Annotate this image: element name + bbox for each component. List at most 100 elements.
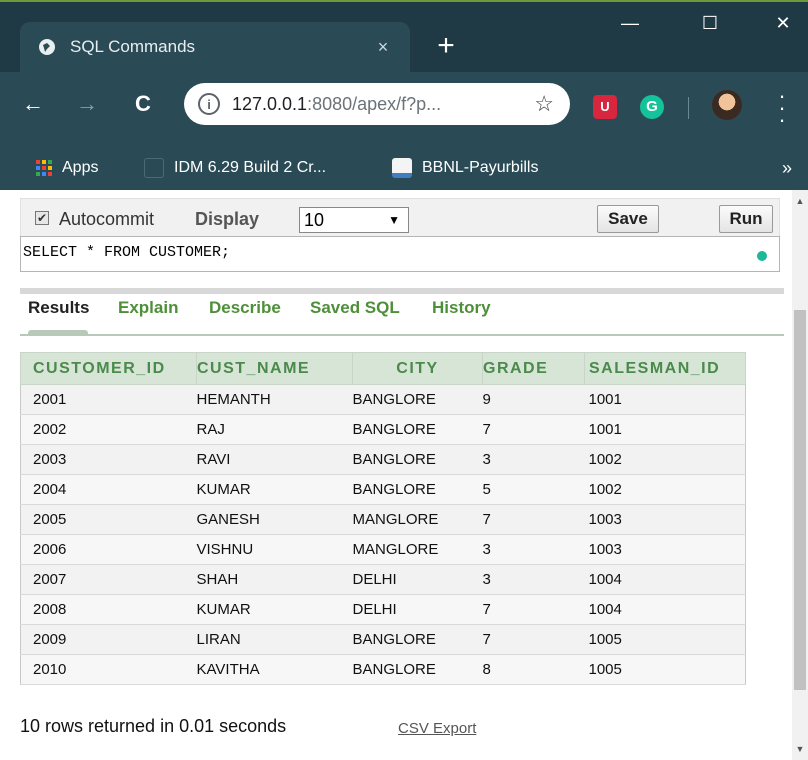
table-cell: 2003 — [20, 444, 197, 475]
table-row: 2001 HEMANTH BANGLORE 9 1001 — [20, 384, 746, 415]
close-window-button[interactable]: ✕ — [758, 6, 808, 40]
page-icon — [144, 158, 164, 178]
table-cell: 1001 — [584, 384, 746, 415]
table-cell: KUMAR — [196, 594, 353, 625]
column-header: CITY — [352, 352, 483, 385]
table-cell: GANESH — [196, 504, 353, 535]
table-cell: 7 — [482, 624, 585, 655]
table-cell: 3 — [482, 534, 585, 565]
section-divider — [20, 288, 784, 294]
table-row: 2004 KUMAR BANGLORE 5 1002 — [20, 474, 746, 505]
table-cell: 2009 — [20, 624, 197, 655]
table-cell: BANGLORE — [352, 384, 483, 415]
table-cell: MANGLORE — [352, 534, 483, 565]
extension-icon[interactable]: U — [593, 95, 617, 119]
grammarly-icon[interactable]: G — [640, 95, 664, 119]
table-cell: BANGLORE — [352, 444, 483, 475]
forward-button[interactable]: → — [70, 87, 104, 121]
table-cell: 1002 — [584, 474, 746, 505]
table-cell: 9 — [482, 384, 585, 415]
table-cell: 1005 — [584, 654, 746, 685]
menu-kebab-icon[interactable]: · · · — [772, 85, 792, 131]
grammarly-status-icon[interactable] — [757, 251, 767, 261]
page-scrollbar[interactable]: ▲ ▼ — [792, 190, 808, 760]
browser-tab[interactable]: SQL Commands × — [20, 22, 410, 72]
table-row: 2005 GANESH MANGLORE 7 1003 — [20, 504, 746, 535]
sql-editor[interactable]: SELECT * FROM CUSTOMER; — [20, 236, 780, 272]
table-cell: HEMANTH — [196, 384, 353, 415]
table-cell: 2004 — [20, 474, 197, 505]
browser-chrome: SQL Commands × + — ☐ ✕ ← → C i 127.0.0.1… — [0, 0, 808, 190]
save-button[interactable]: Save — [597, 205, 659, 233]
table-row: 2006 VISHNU MANGLORE 3 1003 — [20, 534, 746, 565]
table-row: 2008 KUMAR DELHI 7 1004 — [20, 594, 746, 625]
tab-describe[interactable]: Describe — [209, 298, 281, 318]
table-cell: KUMAR — [196, 474, 353, 505]
bookmark-bbnl[interactable]: BBNL-Payurbills — [392, 146, 538, 190]
apex-sql-commands-page: ✔ Autocommit Display 10 ▼ Save Run SELEC… — [0, 190, 792, 760]
autocommit-label: Autocommit — [59, 209, 155, 229]
table-cell: BANGLORE — [352, 654, 483, 685]
tab-results[interactable]: Results — [28, 298, 89, 318]
results-table: CUSTOMER_ID CUST_NAME CITY GRADE SALESMA… — [20, 352, 746, 685]
scroll-down-arrow-icon[interactable]: ▼ — [792, 744, 808, 754]
table-row: 2002 RAJ BANGLORE 7 1001 — [20, 414, 746, 445]
tab-history[interactable]: History — [432, 298, 491, 318]
table-cell: 8 — [482, 654, 585, 685]
back-button[interactable]: ← — [16, 87, 50, 121]
table-cell: MANGLORE — [352, 504, 483, 535]
active-tab-indicator — [28, 330, 88, 335]
bookmark-apps[interactable]: Apps — [36, 146, 98, 190]
table-cell: 3 — [482, 564, 585, 595]
autocommit-checkbox[interactable]: ✔ — [35, 211, 49, 225]
close-tab-icon[interactable]: × — [368, 37, 398, 58]
new-tab-button[interactable]: + — [428, 28, 464, 64]
minimize-button[interactable]: — — [605, 6, 655, 40]
bookmark-idm[interactable]: IDM 6.29 Build 2 Cr... — [144, 146, 326, 190]
display-label: Display — [195, 209, 260, 229]
reload-button[interactable]: C — [126, 87, 160, 121]
table-cell: RAJ — [196, 414, 353, 445]
tab-saved-sql[interactable]: Saved SQL — [310, 298, 400, 318]
browser-toolbar: ← → C i 127.0.0.1:8080/apex/f?p... ☆ U G… — [0, 72, 808, 146]
table-row: 2009 LIRAN BANGLORE 7 1005 — [20, 624, 746, 655]
scroll-up-arrow-icon[interactable]: ▲ — [792, 196, 808, 206]
toolbar-separator — [688, 97, 689, 119]
bookmarks-bar: Apps IDM 6.29 Build 2 Cr... BBNL-Payurbi… — [0, 146, 808, 190]
info-icon[interactable]: i — [198, 93, 220, 115]
bookmark-label: BBNL-Payurbills — [422, 159, 539, 176]
table-cell: DELHI — [352, 594, 483, 625]
table-cell: 1005 — [584, 624, 746, 655]
tab-title: SQL Commands — [70, 37, 196, 56]
more-bookmarks-icon[interactable]: » — [782, 158, 792, 179]
table-cell: SHAH — [196, 564, 353, 595]
table-row: 2003 RAVI BANGLORE 3 1002 — [20, 444, 746, 475]
table-cell: 2010 — [20, 654, 197, 685]
sql-query-text: SELECT * FROM CUSTOMER; — [23, 244, 231, 261]
table-cell: BANGLORE — [352, 474, 483, 505]
address-bar[interactable]: i 127.0.0.1:8080/apex/f?p... ☆ — [184, 83, 570, 125]
table-cell: 1003 — [584, 534, 746, 565]
dropdown-arrow-icon: ▼ — [388, 213, 400, 227]
table-cell: KAVITHA — [196, 654, 353, 685]
table-row: 2010 KAVITHA BANGLORE 8 1005 — [20, 654, 746, 685]
table-cell: 7 — [482, 594, 585, 625]
csv-export-link[interactable]: CSV Export — [398, 720, 476, 737]
display-rows-select[interactable]: 10 ▼ — [299, 207, 409, 233]
bookmark-label: Apps — [62, 159, 99, 176]
table-cell: 3 — [482, 444, 585, 475]
globe-icon — [36, 36, 58, 58]
table-cell: 7 — [482, 414, 585, 445]
tab-explain[interactable]: Explain — [118, 298, 178, 318]
table-cell: VISHNU — [196, 534, 353, 565]
profile-avatar[interactable] — [712, 90, 742, 120]
column-header: SALESMAN_ID — [584, 352, 746, 385]
display-rows-value: 10 — [304, 210, 325, 230]
table-cell: 2002 — [20, 414, 197, 445]
scrollbar-thumb[interactable] — [794, 310, 806, 690]
column-header: CUSTOMER_ID — [20, 352, 197, 385]
run-button[interactable]: Run — [719, 205, 773, 233]
bookmark-star-icon[interactable]: ☆ — [534, 91, 554, 117]
table-cell: DELHI — [352, 564, 483, 595]
maximize-button[interactable]: ☐ — [685, 6, 735, 40]
